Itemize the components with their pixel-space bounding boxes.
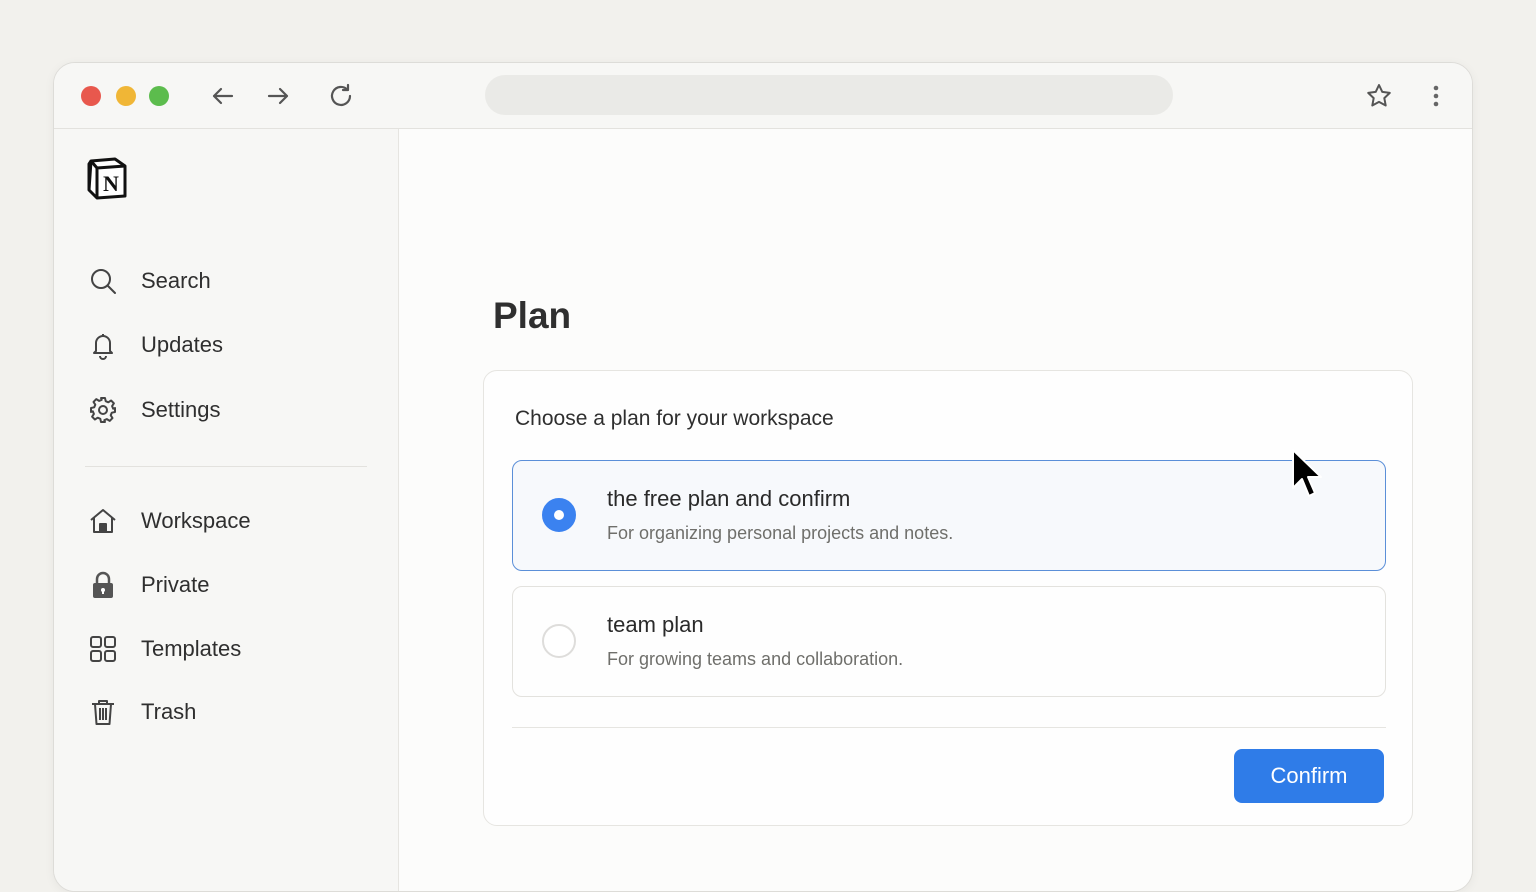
- minimize-window-button[interactable]: [116, 86, 136, 106]
- plan-option-description: For growing teams and collaboration.: [607, 649, 904, 669]
- sidebar-item-label: Search: [141, 268, 211, 293]
- sidebar-item-label: Private: [141, 572, 210, 597]
- sidebar-item-label: Templates: [141, 636, 242, 661]
- radio-button[interactable]: [542, 624, 576, 658]
- radio-button-selected[interactable]: [542, 498, 576, 532]
- gear-icon: [87, 394, 119, 426]
- sidebar-item-workspace[interactable]: Workspace: [87, 503, 367, 539]
- card-divider: [512, 727, 1386, 728]
- arrow-right-icon: [267, 87, 289, 105]
- sidebar-item-label: Workspace: [141, 508, 251, 533]
- trash-icon: [87, 696, 119, 728]
- back-button[interactable]: [209, 82, 237, 110]
- plan-option-free[interactable]: the free plan and confirm For organizing…: [512, 460, 1386, 571]
- plan-option-description: For organizing personal projects and not…: [607, 523, 954, 543]
- sidebar-item-templates[interactable]: Templates: [87, 631, 367, 667]
- plan-option-team[interactable]: team plan For growing teams and collabor…: [512, 586, 1386, 697]
- sidebar-item-updates[interactable]: Updates: [87, 327, 367, 363]
- address-bar[interactable]: [485, 75, 1173, 115]
- plan-card: Choose a plan for your workspace the fre…: [483, 370, 1413, 826]
- arrow-left-icon: [212, 87, 234, 105]
- sidebar-item-settings[interactable]: Settings: [87, 392, 367, 428]
- sidebar-item-private[interactable]: Private: [87, 567, 367, 603]
- maximize-window-button[interactable]: [149, 86, 169, 106]
- confirm-button[interactable]: Confirm: [1234, 749, 1384, 803]
- reload-button[interactable]: [327, 82, 355, 110]
- sidebar-item-trash[interactable]: Trash: [87, 694, 367, 730]
- svg-text:N: N: [103, 171, 119, 196]
- bell-icon: [87, 329, 119, 361]
- plan-option-name: the free plan and confirm: [607, 486, 851, 511]
- sidebar-item-label: Updates: [141, 332, 223, 357]
- sidebar-item-label: Trash: [141, 699, 197, 724]
- close-window-button[interactable]: [81, 86, 101, 106]
- forward-button[interactable]: [264, 82, 292, 110]
- plan-option-name: team plan: [607, 612, 704, 637]
- browser-window: N Search Updates Settings Workspace Priv…: [53, 62, 1473, 892]
- reload-icon: [330, 83, 352, 106]
- sidebar-item-search[interactable]: Search: [87, 263, 367, 299]
- bookmark-button[interactable]: [1365, 82, 1393, 110]
- lock-icon: [87, 569, 119, 601]
- main-content: Plan Choose a plan for your workspace th…: [399, 129, 1472, 891]
- notion-logo[interactable]: N: [85, 156, 129, 200]
- home-icon: [87, 505, 119, 537]
- browser-toolbar: [54, 63, 1472, 129]
- page-title: Plan: [493, 295, 572, 336]
- browser-menu-button[interactable]: [1422, 82, 1450, 110]
- kebab-menu-icon: [1433, 85, 1439, 107]
- card-heading: Choose a plan for your workspace: [515, 407, 834, 430]
- sidebar-divider: [85, 466, 367, 467]
- star-icon: [1367, 84, 1391, 107]
- sidebar-item-label: Settings: [141, 397, 221, 422]
- grid-icon: [87, 633, 119, 665]
- search-icon: [87, 265, 119, 297]
